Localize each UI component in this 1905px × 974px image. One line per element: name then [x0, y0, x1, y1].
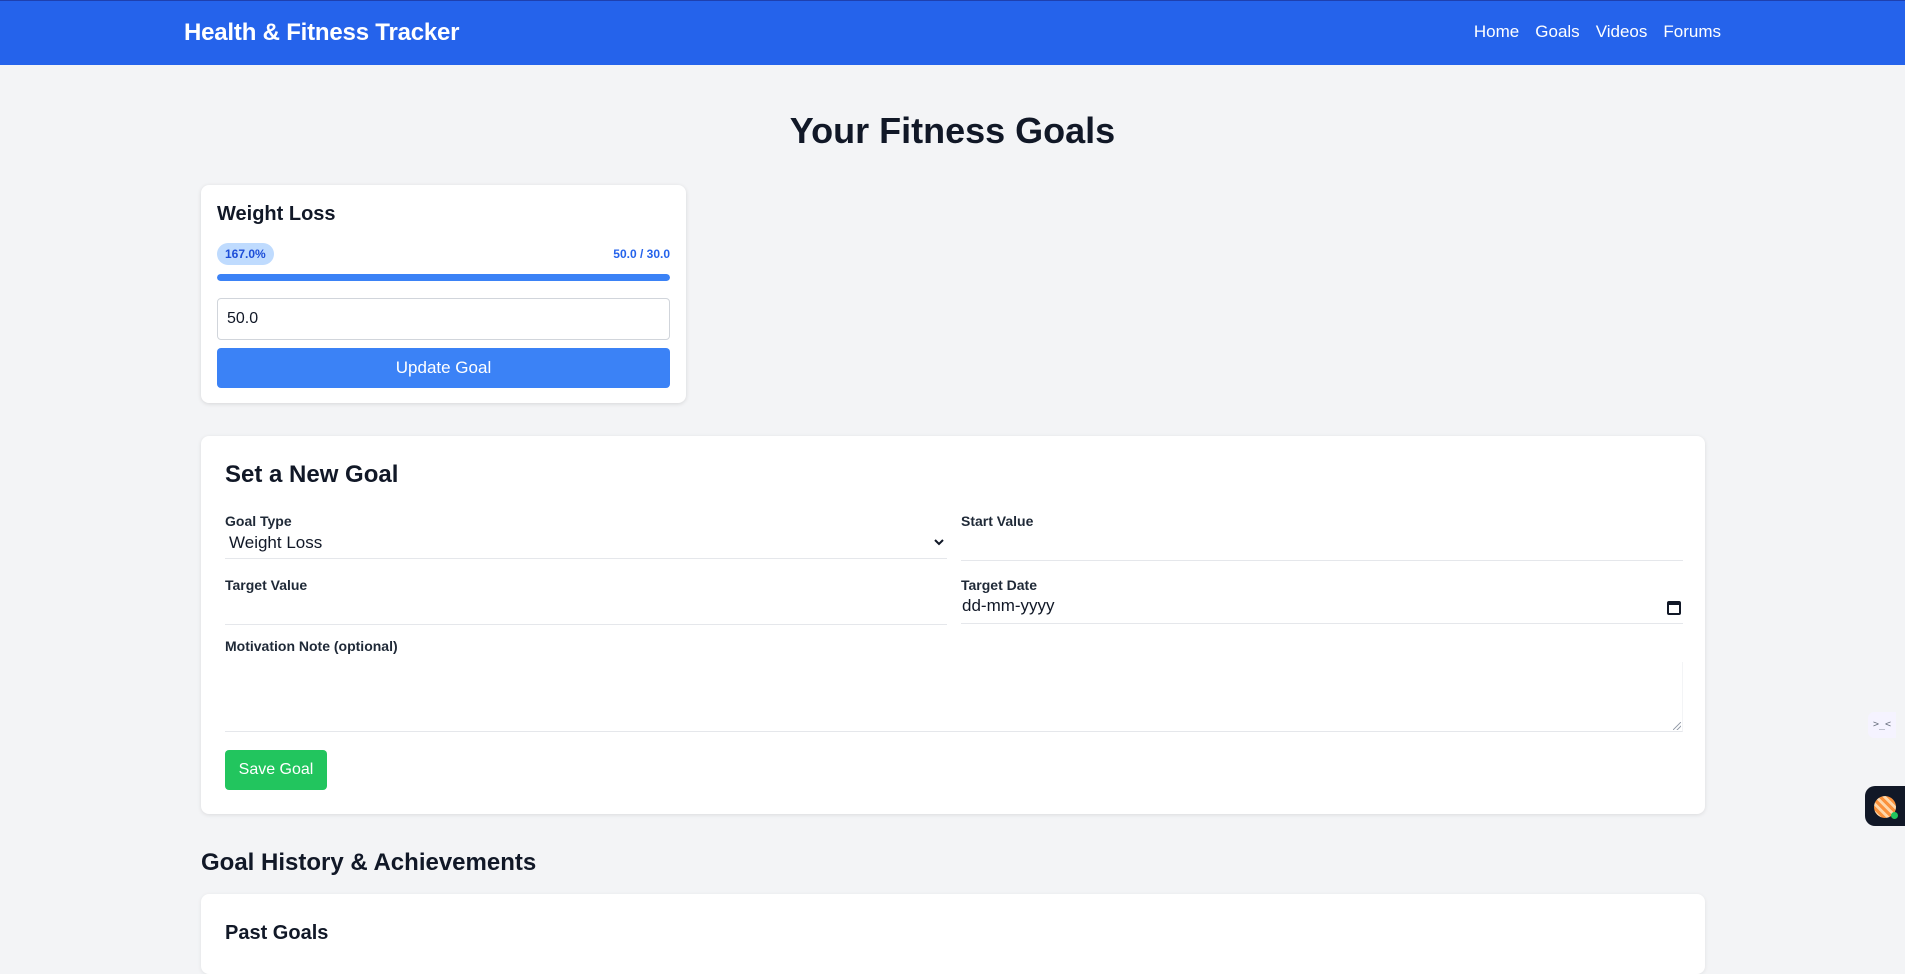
target-value-label: Target Value	[225, 577, 308, 593]
start-value-label: Start Value	[961, 513, 1034, 529]
target-date-label: Target Date	[961, 577, 1037, 593]
nav-link-home[interactable]: Home	[1474, 22, 1519, 42]
floating-assistant-button[interactable]	[1865, 786, 1905, 826]
navbar: Health & Fitness Tracker Home Goals Vide…	[0, 0, 1905, 65]
floating-widget-icon[interactable]: >_<	[1868, 712, 1896, 738]
update-goal-button[interactable]: Update Goal	[217, 348, 670, 388]
chevron-down-icon	[933, 535, 945, 551]
history-section-title: Goal History & Achievements	[201, 849, 537, 876]
online-status-dot	[1891, 812, 1898, 819]
target-date-input[interactable]: dd-mm-yyyy	[961, 596, 1683, 624]
page-title: Your Fitness Goals	[789, 110, 1116, 151]
progress-bar	[217, 274, 670, 281]
new-goal-form: Set a New Goal Goal Type Weight Loss Sta…	[201, 436, 1705, 814]
motivation-note-textarea[interactable]	[225, 662, 1683, 732]
nav-link-goals[interactable]: Goals	[1535, 22, 1579, 42]
start-value-input[interactable]	[961, 533, 1683, 561]
goal-card-title: Weight Loss	[217, 203, 336, 225]
save-goal-button[interactable]: Save Goal	[225, 750, 327, 790]
progress-values: 50.0 / 30.0	[613, 247, 670, 261]
target-value-input[interactable]	[225, 597, 947, 625]
motivation-note-label: Motivation Note (optional)	[225, 638, 398, 654]
nav-link-forums[interactable]: Forums	[1663, 22, 1721, 42]
goal-type-select[interactable]: Weight Loss	[225, 533, 947, 559]
past-goals-title: Past Goals	[225, 922, 329, 944]
goal-card: Weight Loss 167.0% 50.0 / 30.0 Update Go…	[201, 185, 686, 403]
resize-handle-icon[interactable]	[1673, 722, 1681, 730]
target-date-placeholder: dd-mm-yyyy	[962, 596, 1055, 615]
nav-link-videos[interactable]: Videos	[1596, 22, 1648, 42]
goal-current-value-input[interactable]	[217, 298, 670, 340]
calendar-icon[interactable]	[1667, 601, 1681, 615]
goal-type-label: Goal Type	[225, 513, 292, 529]
form-title: Set a New Goal	[225, 461, 399, 488]
brand-title[interactable]: Health & Fitness Tracker	[184, 19, 460, 47]
progress-percent-badge: 167.0%	[217, 243, 274, 265]
goal-type-selected-value: Weight Loss	[229, 533, 323, 552]
progress-bar-fill	[217, 274, 670, 281]
past-goals-card: Past Goals	[201, 894, 1705, 974]
nav-links: Home Goals Videos Forums	[1474, 22, 1721, 42]
